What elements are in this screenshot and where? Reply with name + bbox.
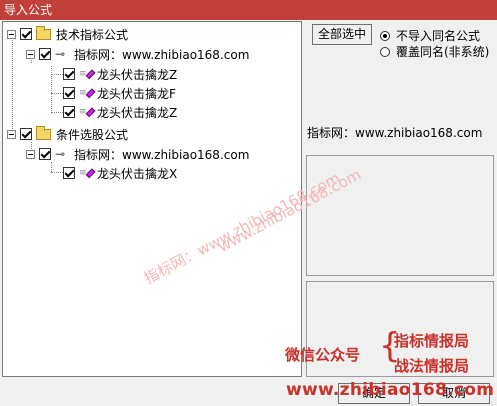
promo-url: www.zhibiao168.com — [286, 380, 495, 400]
tree-formula-item[interactable]: ≡ 龙头伏击擒龙Z — [63, 103, 177, 121]
folder-icon — [36, 25, 51, 40]
select-all-button[interactable]: 全部选中 — [312, 24, 372, 45]
key-icon: ⊸ — [55, 147, 66, 161]
formula-checkbox[interactable] — [63, 167, 75, 179]
group-checkbox[interactable] — [20, 28, 32, 40]
tree-line — [51, 74, 63, 75]
formula-label: 龙头伏击擒龙X — [97, 166, 178, 181]
promo-wechat: 微信公众号 — [285, 346, 361, 364]
formula-checkbox[interactable] — [63, 68, 75, 80]
source-checkbox[interactable] — [39, 148, 51, 160]
formula-label: 龙头伏击擒龙F — [97, 86, 176, 101]
source-label: 指标网：www.zhibiao168.com — [74, 147, 250, 162]
tree-line — [12, 35, 13, 135]
collapse-icon[interactable] — [26, 149, 35, 159]
radio-button[interactable] — [380, 46, 390, 57]
tree-line — [51, 112, 63, 113]
title-bar: 导入公式 — [0, 0, 497, 20]
radio-skip-same-name[interactable]: 不导入同名公式 — [380, 27, 480, 44]
tree-line — [51, 93, 63, 94]
tree-source-node[interactable]: ⊸ 指标网：www.zhibiao168.com — [26, 145, 249, 163]
radio-button[interactable] — [380, 30, 390, 41]
formula-icon: ≡ — [79, 167, 96, 179]
tree-group-indicators[interactable]: 技术指标公式 — [7, 25, 128, 43]
tree-formula-item[interactable]: ≡ 龙头伏击擒龙X — [63, 164, 177, 182]
tree-line — [51, 172, 63, 173]
tree-source-node[interactable]: ⊸ 指标网：www.zhibiao168.com — [26, 45, 249, 63]
formula-icon: ≡ — [79, 106, 96, 118]
group-checkbox[interactable] — [20, 128, 32, 140]
tree-formula-item[interactable]: ≡ 龙头伏击擒龙Z — [63, 65, 177, 83]
collapse-icon[interactable] — [26, 49, 35, 59]
collapse-icon[interactable] — [7, 129, 16, 139]
radio-overwrite-same-name[interactable]: 覆盖同名(非系统) — [380, 43, 489, 60]
group-label: 条件选股公式 — [56, 127, 129, 142]
radio-label: 覆盖同名(非系统) — [396, 45, 490, 59]
source-checkbox[interactable] — [39, 48, 51, 60]
formula-icon: ≡ — [79, 87, 96, 99]
formula-label: 龙头伏击擒龙Z — [97, 105, 178, 120]
import-formula-dialog: 导入公式 技术指标公式 ⊸ 指标网：www.zhibiao168.com ≡ 龙… — [0, 0, 497, 406]
window-title: 导入公式 — [4, 3, 53, 17]
tree-formula-item[interactable]: ≡ 龙头伏击擒龙F — [63, 84, 176, 102]
promo-line-1: 指标情报局 — [394, 332, 470, 350]
formula-tree[interactable]: 技术指标公式 ⊸ 指标网：www.zhibiao168.com ≡ 龙头伏击擒龙… — [2, 21, 302, 377]
collapse-icon[interactable] — [7, 29, 16, 39]
group-label: 技术指标公式 — [56, 27, 129, 42]
promo-line-2: 战法情报局 — [394, 357, 470, 375]
source-info-text: 指标网：www.zhibiao168.com — [307, 126, 483, 140]
formula-checkbox[interactable] — [63, 106, 75, 118]
source-label: 指标网：www.zhibiao168.com — [74, 47, 250, 62]
radio-label: 不导入同名公式 — [396, 29, 481, 43]
formula-label: 龙头伏击擒龙Z — [97, 67, 178, 82]
tree-group-screening[interactable]: 条件选股公式 — [7, 125, 128, 143]
key-icon: ⊸ — [55, 47, 66, 61]
formula-icon: ≡ — [79, 68, 96, 80]
tree-line — [51, 162, 52, 172]
formula-checkbox[interactable] — [63, 87, 75, 99]
folder-icon — [36, 125, 51, 140]
tree-line — [51, 66, 52, 111]
